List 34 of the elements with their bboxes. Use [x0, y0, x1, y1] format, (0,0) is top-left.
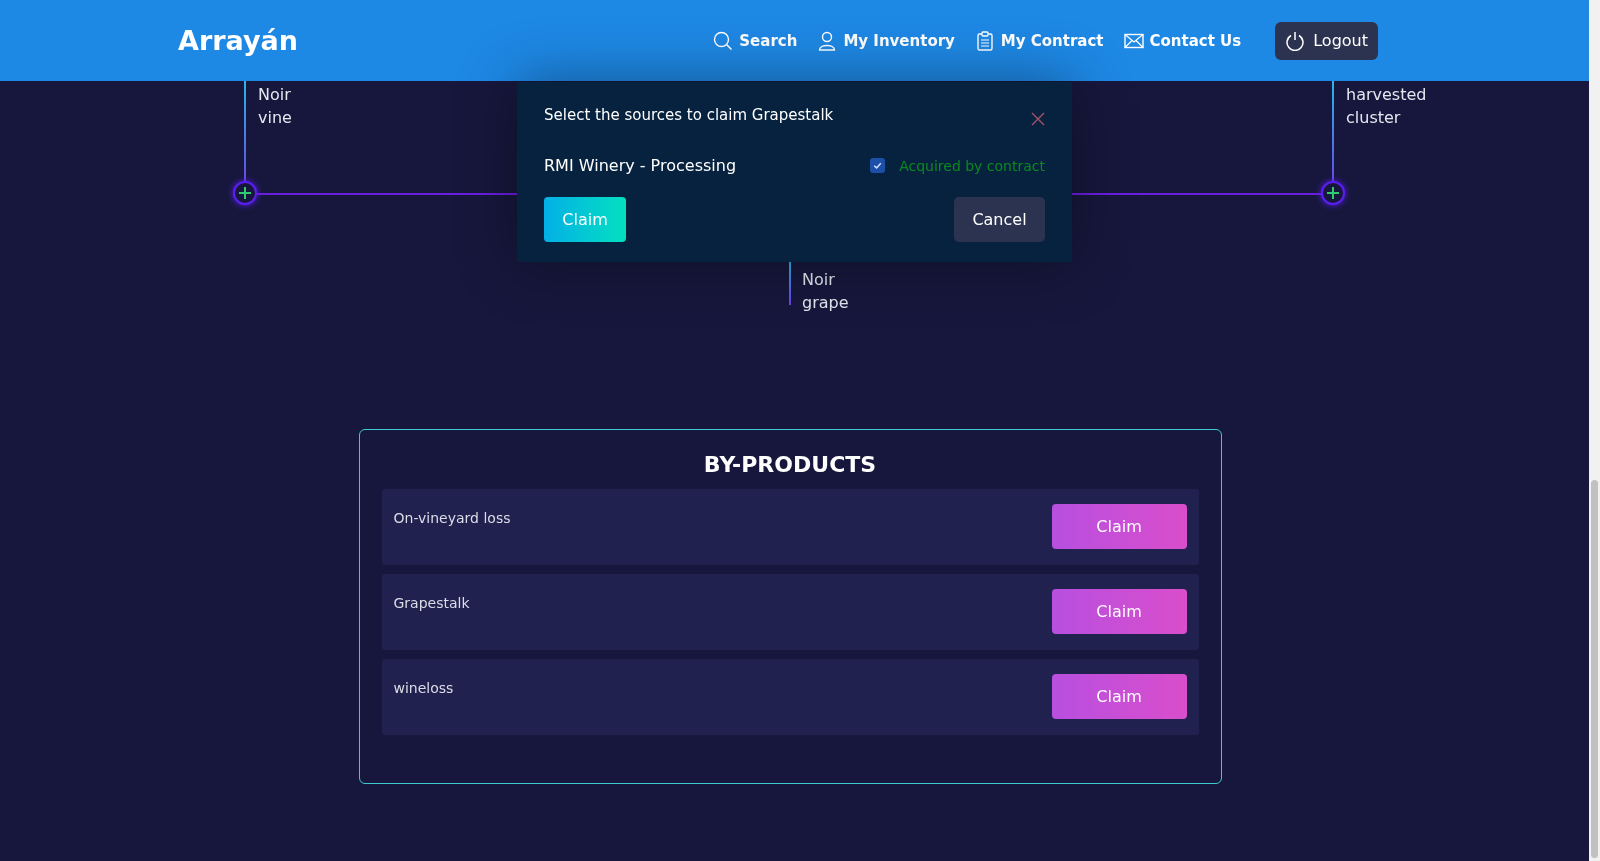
by-product-name: Grapestalk — [393, 595, 470, 611]
search-icon — [713, 30, 734, 51]
power-icon — [1285, 30, 1306, 51]
claim-button[interactable]: Claim — [1051, 504, 1187, 549]
nav-link[interactable]: Contact Us — [1123, 30, 1242, 51]
node-label: harvested cluster — [1346, 84, 1427, 129]
by-product-name: On-vineyard loss — [393, 510, 511, 526]
scrollbar[interactable] — [1589, 0, 1600, 861]
cancel-button[interactable]: Cancel — [954, 197, 1045, 242]
nav-link[interactable]: My Inventory — [817, 30, 955, 51]
checkbox[interactable] — [870, 158, 886, 173]
plus-icon — [239, 187, 251, 199]
logout-button[interactable]: Logout — [1275, 21, 1378, 60]
user-icon — [817, 30, 838, 51]
panel-title: BY-PRODUCTS — [702, 452, 878, 477]
nav-link[interactable]: Search — [713, 30, 798, 51]
add-node-button[interactable] — [233, 181, 257, 205]
scrollbar-thumb[interactable] — [1591, 480, 1598, 858]
close-icon[interactable] — [1031, 112, 1045, 126]
source-name: RMI Winery - Processing — [544, 156, 737, 175]
node-label: Noir grape — [802, 269, 849, 314]
node-label: Noir vine — [258, 84, 292, 129]
claim-button[interactable]: Claim — [1051, 674, 1187, 719]
dialog-title: Select the sources to claim Grapestalk — [544, 106, 834, 124]
add-node-button[interactable] — [1321, 181, 1345, 205]
check-icon — [872, 160, 884, 171]
plus-icon — [1327, 187, 1339, 199]
clipboard-icon — [974, 30, 995, 51]
nav-link[interactable]: My Contract — [974, 30, 1104, 51]
brand-logo[interactable]: Arrayán — [178, 25, 298, 56]
source-status: Acquired by contract — [899, 157, 1045, 174]
by-product-name: wineloss — [393, 680, 454, 696]
claim-button[interactable]: Claim — [544, 197, 626, 242]
claim-button[interactable]: Claim — [1051, 589, 1187, 634]
